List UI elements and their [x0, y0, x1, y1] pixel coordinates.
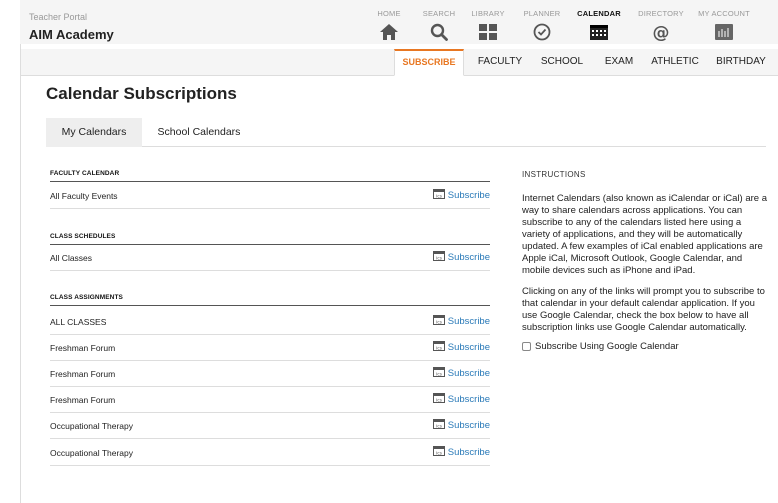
page-title: Calendar Subscriptions [46, 84, 237, 103]
list-item: Occupational Therapy ics Subscribe [50, 440, 490, 466]
subscribe-label: Subscribe [447, 447, 490, 458]
subscribe-link[interactable]: ics Subscribe [432, 251, 490, 263]
planner-icon [532, 23, 552, 41]
subscribe-label: Subscribe [447, 316, 490, 327]
calendar-name: Freshman Forum [50, 343, 116, 353]
calendar-name: Freshman Forum [50, 369, 116, 379]
subscribe-label: Subscribe [447, 420, 490, 431]
google-calendar-label: Subscribe Using Google Calendar [535, 341, 679, 352]
tab-athletic[interactable]: ATHLETIC [647, 49, 703, 76]
subscribe-link[interactable]: ics Subscribe [432, 367, 490, 379]
top-header: Teacher Portal AIM Academy HOME SEARCH L… [20, 0, 778, 44]
class-assignments-heading: CLASS ASSIGNMENTS [50, 294, 123, 301]
subscribe-link[interactable]: ics Subscribe [432, 315, 490, 327]
tab-exam[interactable]: EXAM [599, 49, 639, 76]
list-item: All Classes ics Subscribe [50, 245, 490, 271]
svg-text:ics: ics [436, 450, 443, 456]
calendar-view-tabs: My Calendars School Calendars [46, 118, 766, 147]
ical-icon: ics [432, 446, 445, 456]
ical-icon: ics [432, 315, 445, 325]
tab-school[interactable]: SCHOOL [537, 49, 587, 76]
home-icon [379, 23, 399, 40]
calendar-subtabs: SUBSCRIBE FACULTY SCHOOL EXAM ATHLETIC B… [21, 49, 778, 76]
subscribe-label: Subscribe [447, 190, 490, 201]
tab-school-calendars[interactable]: School Calendars [149, 118, 249, 147]
nav-account-label: MY ACCOUNT [698, 9, 750, 18]
faculty-calendar-heading: FACULTY CALENDAR [50, 170, 120, 177]
instructions-paragraph-1: Internet Calendars (also known as iCalen… [522, 193, 768, 276]
calendar-name: ALL CLASSES [50, 317, 107, 327]
google-calendar-option[interactable]: Subscribe Using Google Calendar [522, 341, 767, 352]
nav-library[interactable]: LIBRARY [459, 9, 517, 40]
calendar-name: Freshman Forum [50, 395, 116, 405]
list-item: Occupational Therapy ics Subscribe [50, 413, 490, 439]
ical-icon: ics [432, 393, 445, 403]
svg-text:ics: ics [436, 319, 443, 325]
calendar-name: Occupational Therapy [50, 421, 134, 431]
list-item: Freshman Forum ics Subscribe [50, 387, 490, 413]
section-divider [50, 181, 490, 182]
calendar-name: All Classes [50, 253, 93, 263]
svg-text:ics: ics [436, 255, 443, 261]
nav-calendar-label: CALENDAR [577, 9, 621, 18]
svg-text:@: @ [653, 23, 670, 41]
instructions-panel: INSTRUCTIONS Internet Calendars (also kn… [522, 170, 767, 352]
subscribe-label: Subscribe [447, 252, 490, 263]
nav-library-label: LIBRARY [471, 9, 505, 18]
list-item: Freshman Forum ics Subscribe [50, 335, 490, 361]
account-icon [714, 23, 734, 40]
instructions-heading: INSTRUCTIONS [522, 170, 586, 179]
nav-directory-label: DIRECTORY [638, 9, 684, 18]
tab-my-calendars[interactable]: My Calendars [46, 118, 142, 147]
library-icon [478, 23, 498, 40]
class-schedules-heading: CLASS SCHEDULES [50, 233, 116, 240]
nav-planner[interactable]: PLANNER [513, 9, 571, 41]
nav-directory[interactable]: DIRECTORY @ [632, 9, 690, 43]
subscribe-link[interactable]: ics Subscribe [432, 393, 490, 405]
nav-my-account[interactable]: MY ACCOUNT [695, 9, 753, 40]
section-divider [50, 305, 490, 306]
ical-icon: ics [432, 341, 445, 351]
subscribe-link[interactable]: ics Subscribe [432, 419, 490, 431]
subscribe-link[interactable]: ics Subscribe [432, 341, 490, 353]
tab-birthday[interactable]: BIRTHDAY [711, 49, 771, 76]
svg-text:ics: ics [436, 397, 443, 403]
ical-icon: ics [432, 419, 445, 429]
nav-planner-label: PLANNER [523, 9, 561, 18]
subscribe-label: Subscribe [447, 342, 490, 353]
svg-text:ics: ics [436, 371, 443, 377]
calendar-icon [589, 23, 609, 40]
svg-text:ics: ics [436, 345, 443, 351]
calendar-name: Occupational Therapy [50, 448, 134, 458]
list-item: ALL CLASSES ics Subscribe [50, 309, 490, 335]
tab-subscribe[interactable]: SUBSCRIBE [394, 49, 464, 76]
svg-text:ics: ics [436, 423, 443, 429]
tab-faculty[interactable]: FACULTY [475, 49, 525, 76]
at-icon: @ [651, 23, 671, 43]
ical-icon: ics [432, 251, 445, 261]
instructions-paragraph-2: Clicking on any of the links will prompt… [522, 286, 765, 333]
list-item: Freshman Forum ics Subscribe [50, 361, 490, 387]
ical-icon: ics [432, 189, 445, 199]
ical-icon: ics [432, 367, 445, 377]
subscribe-label: Subscribe [447, 368, 490, 379]
list-item: All Faculty Events ics Subscribe [50, 183, 490, 209]
calendar-name: All Faculty Events [50, 191, 118, 201]
subscribe-label: Subscribe [447, 394, 490, 405]
nav-calendar[interactable]: CALENDAR [570, 9, 628, 40]
main-nav: HOME SEARCH LIBRARY PLANNER CALENDAR DIR… [20, 0, 778, 44]
google-calendar-checkbox[interactable] [522, 342, 531, 351]
main-panel: SUBSCRIBE FACULTY SCHOOL EXAM ATHLETIC B… [20, 44, 778, 503]
subscribe-link[interactable]: ics Subscribe [432, 189, 490, 201]
svg-text:ics: ics [436, 193, 443, 199]
search-icon [429, 23, 449, 41]
subscribe-link[interactable]: ics Subscribe [432, 446, 490, 458]
